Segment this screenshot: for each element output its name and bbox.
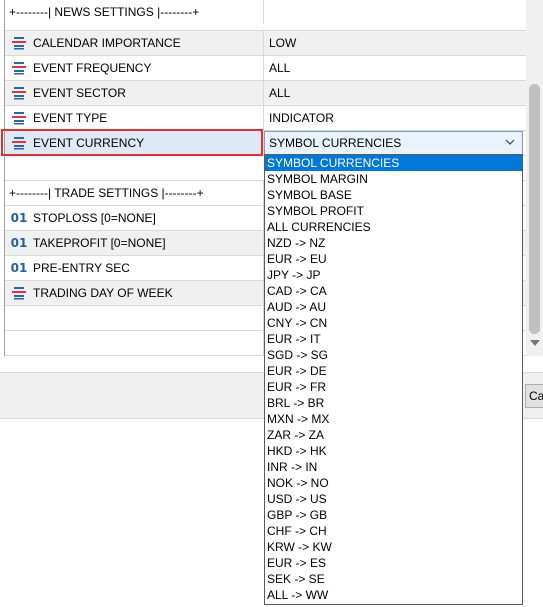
dropdown-option[interactable]: JPY -> JP [265,267,522,283]
param-value[interactable]: INDICATOR [265,106,527,130]
dropdown-option[interactable]: INR -> IN [265,459,522,475]
enum-icon [7,86,31,100]
dropdown-option[interactable]: MXN -> MX [265,411,522,427]
param-row-event-sector[interactable]: EVENT SECTOR ALL [5,81,527,106]
cancel-button[interactable]: Ca [525,384,543,408]
enum-icon [7,286,31,300]
dropdown-option[interactable]: GBP -> GB [265,507,522,523]
dropdown-option[interactable]: SYMBOL MARGIN [265,171,522,187]
integer-icon: 01 [10,261,28,275]
dropdown-option[interactable]: BRL -> BR [265,395,522,411]
dropdown-option[interactable]: SYMBOL CURRENCIES [265,155,522,171]
param-value[interactable]: ALL [265,56,527,80]
param-name: EVENT FREQUENCY [33,61,152,75]
param-row-event-frequency[interactable]: EVENT FREQUENCY ALL [5,56,527,81]
cancel-button-label: Ca [529,389,543,403]
integer-icon: 01 [10,236,28,250]
dropdown-option[interactable]: EUR -> IT [265,331,522,347]
dropdown-option[interactable]: EUR -> FR [265,379,522,395]
dropdown-option[interactable]: CNY -> CN [265,315,522,331]
scroll-down-arrow-icon[interactable] [530,340,540,346]
param-value[interactable]: LOW [265,31,527,55]
dropdown-option[interactable]: USD -> US [265,491,522,507]
currency-dropdown-list[interactable]: SYMBOL CURRENCIES SYMBOL MARGIN SYMBOL B… [264,154,523,605]
dropdown-option[interactable]: NZD -> NZ [265,235,522,251]
dropdown-option[interactable]: SEK -> SE [265,571,522,587]
news-settings-header: +--------| NEWS SETTINGS |--------+ [9,5,200,19]
enum-icon [7,111,31,125]
scrollbar-thumb[interactable] [529,84,540,334]
param-value[interactable]: ALL [265,81,527,105]
param-name: EVENT TYPE [33,111,108,125]
dropdown-option[interactable]: ALL CURRENCIES [265,219,522,235]
combobox-value: SYMBOL CURRENCIES [269,136,402,150]
news-settings-value [265,0,527,24]
param-name: EVENT CURRENCY [33,136,145,150]
dropdown-option[interactable]: EUR -> ES [265,555,522,571]
enum-icon [7,136,31,150]
enum-icon [7,36,31,50]
param-name: TRADING DAY OF WEEK [33,286,173,300]
dropdown-option[interactable]: SYMBOL BASE [265,187,522,203]
param-name: TAKEPROFIT [0=NONE] [33,236,166,250]
dropdown-option[interactable]: SGD -> SG [265,347,522,363]
param-name: CALENDAR IMPORTANCE [33,36,181,50]
dropdown-option[interactable]: NOK -> NO [265,475,522,491]
dropdown-option[interactable]: SYMBOL PROFIT [265,203,522,219]
param-row-calendar-importance[interactable]: CALENDAR IMPORTANCE LOW [5,31,527,56]
trade-settings-header: +--------| TRADE SETTINGS |--------+ [9,186,204,200]
dropdown-option[interactable]: CAD -> CA [265,283,522,299]
param-name: EVENT SECTOR [33,86,126,100]
dropdown-option[interactable]: HKD -> HK [265,443,522,459]
dropdown-option[interactable]: ZAR -> ZA [265,427,522,443]
event-currency-combobox[interactable]: SYMBOL CURRENCIES [264,131,523,155]
vertical-scrollbar[interactable] [526,0,543,356]
param-name: PRE-ENTRY SEC [33,261,130,275]
dropdown-option[interactable]: KRW -> KW [265,539,522,555]
param-row-event-type[interactable]: EVENT TYPE INDICATOR [5,106,527,131]
dropdown-option[interactable]: AUD -> AU [265,299,522,315]
dropdown-option[interactable]: EUR -> DE [265,363,522,379]
dropdown-option[interactable]: EUR -> EU [265,251,522,267]
param-name: STOPLOSS [0=NONE] [33,211,156,225]
chevron-down-icon[interactable] [504,136,516,148]
integer-icon: 01 [10,211,28,225]
enum-icon [7,61,31,75]
dropdown-option[interactable]: CHF -> CH [265,523,522,539]
dropdown-option[interactable]: ALL -> WW [265,587,522,603]
news-settings-section: +--------| NEWS SETTINGS |--------+ [5,0,527,31]
